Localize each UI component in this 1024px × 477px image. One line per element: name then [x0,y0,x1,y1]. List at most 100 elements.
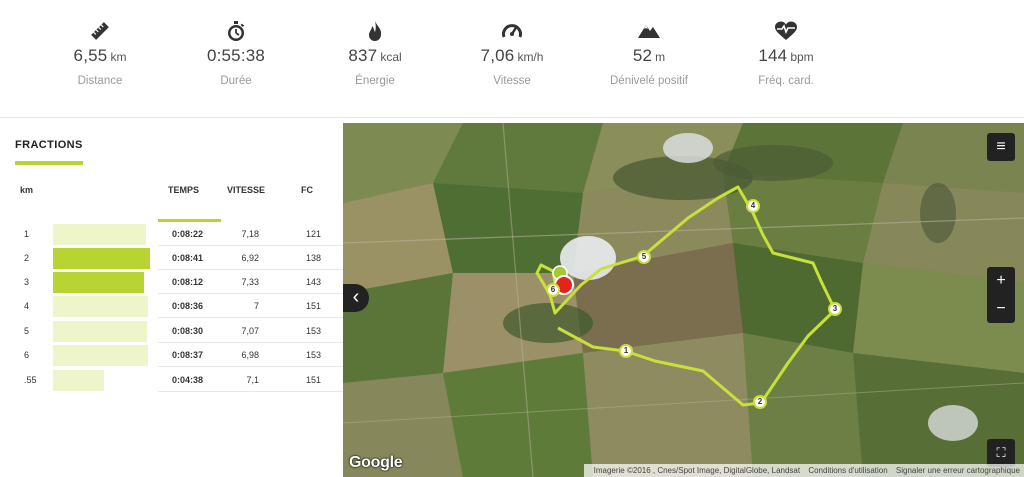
header-km[interactable]: km [20,185,33,195]
header-time[interactable]: TEMPS [168,185,199,195]
row-time: 0:08:12 [172,277,204,287]
table-row: 1 0:08:22 7,18 121 [0,222,343,246]
fraction-bar [53,248,150,269]
row-km: 4 [24,301,30,311]
row-speed: 6,98 [241,350,259,360]
row-speed: 7 [253,301,259,311]
stats-header: 6,55 km Distance 0:55:38 Durée 837 kcal Én… [0,0,1024,118]
table-row: 5 0:08:30 7,07 153 [0,319,343,343]
fractions-panel: FRACTIONS km TEMPS VITESSE FC 1 0:08:22 … [0,123,343,477]
km-marker-2[interactable]: 2 [753,395,767,409]
stat-label: Énergie [355,75,395,87]
speedometer-icon [502,24,522,38]
table-row: 2 0:08:41 6,92 138 [0,246,343,270]
terms-link[interactable]: Conditions d'utilisation [808,466,887,475]
stopwatch-icon [228,21,245,41]
row-time: 0:08:41 [172,253,204,263]
header-speed[interactable]: VITESSE [227,185,265,195]
row-time: 0:08:30 [172,326,204,336]
stat-value: 52 [632,46,653,65]
row-time: 0:08:37 [172,350,204,360]
stat-distance: 6,55 km Distance [35,20,165,87]
fraction-bar [53,321,147,342]
stat-unit: km [110,50,127,64]
heart-rate-icon [775,21,797,40]
flame-icon [369,21,382,41]
stat-value: 7,06 [480,46,515,65]
row-km: 1 [24,229,30,239]
fractions-title: FRACTIONS [15,139,83,151]
map-menu-button[interactable]: ≡ [987,133,1015,161]
google-logo: Google [349,454,403,471]
stat-unit: km/h [517,50,544,64]
fraction-bar [53,296,148,317]
fraction-bar [53,345,148,366]
stat-value: 0:55:38 [206,46,266,65]
row-time: 0:08:22 [172,229,204,239]
stat-duration: 0:55:38 Durée [171,20,301,87]
row-time: 0:04:38 [172,375,204,385]
satellite-imagery [343,123,1024,477]
row-speed: 6,92 [241,253,259,263]
table-row: 4 0:08:36 7 151 [0,294,343,318]
stat-speed: 7,06 km/h Vitesse [447,20,577,87]
mountain-icon [638,25,660,38]
zoom-out-button[interactable]: − [987,295,1015,323]
stat-label: Durée [220,75,252,87]
menu-icon: ≡ [996,138,1006,155]
row-hr: 138 [305,253,321,263]
row-speed: 7,07 [241,326,259,336]
row-time: 0:08:36 [172,301,204,311]
stat-label: Vitesse [493,75,531,87]
km-marker-3[interactable]: 3 [828,302,842,316]
km-marker-4[interactable]: 4 [746,199,760,213]
stat-energy: 837 kcal Énergie [310,20,440,87]
ruler-icon [91,22,109,40]
minus-icon: − [996,300,1006,317]
table-row: 3 0:08:12 7,33 143 [0,270,343,294]
km-marker-5[interactable]: 5 [637,250,651,264]
table-row: .55 0:04:38 7,1 151 [0,368,343,392]
row-speed: 7,33 [241,277,259,287]
fraction-bar [53,370,104,391]
row-speed: 7,1 [246,375,259,385]
map-attribution: Imagerie ©2016 , Cnes/Spot Image, Digita… [583,464,1024,477]
stat-value: 837 [348,46,378,65]
stat-label: Distance [77,75,123,87]
row-km: .55 [24,375,37,385]
row-hr: 151 [305,301,321,311]
stat-heart-rate: 144 bpm Fréq. card. [721,20,851,87]
fullscreen-button[interactable]: ⛶ [987,439,1015,467]
row-hr: 121 [305,229,321,239]
row-km: 2 [24,253,30,263]
row-km: 6 [24,350,30,360]
row-km: 3 [24,277,30,287]
km-marker-6[interactable]: 6 [546,283,560,297]
row-hr: 153 [305,326,321,336]
stat-label: Dénivelé positif [610,75,688,87]
stat-value: 6,55 [73,46,108,65]
zoom-in-button[interactable]: + [987,267,1015,295]
km-marker-1[interactable]: 1 [619,344,633,358]
fractions-title-underline [15,161,83,165]
stat-value: 144 [758,46,788,65]
row-speed: 7,18 [241,229,259,239]
stat-unit: bpm [790,50,814,64]
header-hr[interactable]: FC [301,185,313,195]
row-hr: 143 [305,277,321,287]
stat-elevation: 52 m Dénivelé positif [584,20,714,87]
row-hr: 151 [305,375,321,385]
stat-unit: m [655,50,666,64]
fullscreen-icon: ⛶ [996,445,1006,460]
fraction-bar [53,224,146,245]
fraction-bar [53,272,144,293]
row-hr: 153 [305,350,321,360]
report-error-link[interactable]: Signaler une erreur cartographique [896,466,1020,475]
chevron-left-icon: ‹ [352,286,360,308]
route-map[interactable]: 1 2 3 4 5 6 ‹ ≡ + − ⛶ Google Imagerie ©2… [343,123,1024,477]
table-row: 6 0:08:37 6,98 153 [0,343,343,367]
stat-label: Fréq. card. [758,75,814,87]
plus-icon: + [996,272,1006,289]
imagery-credit: Imagerie ©2016 , Cnes/Spot Image, Digita… [593,466,801,475]
row-km: 5 [24,326,30,336]
